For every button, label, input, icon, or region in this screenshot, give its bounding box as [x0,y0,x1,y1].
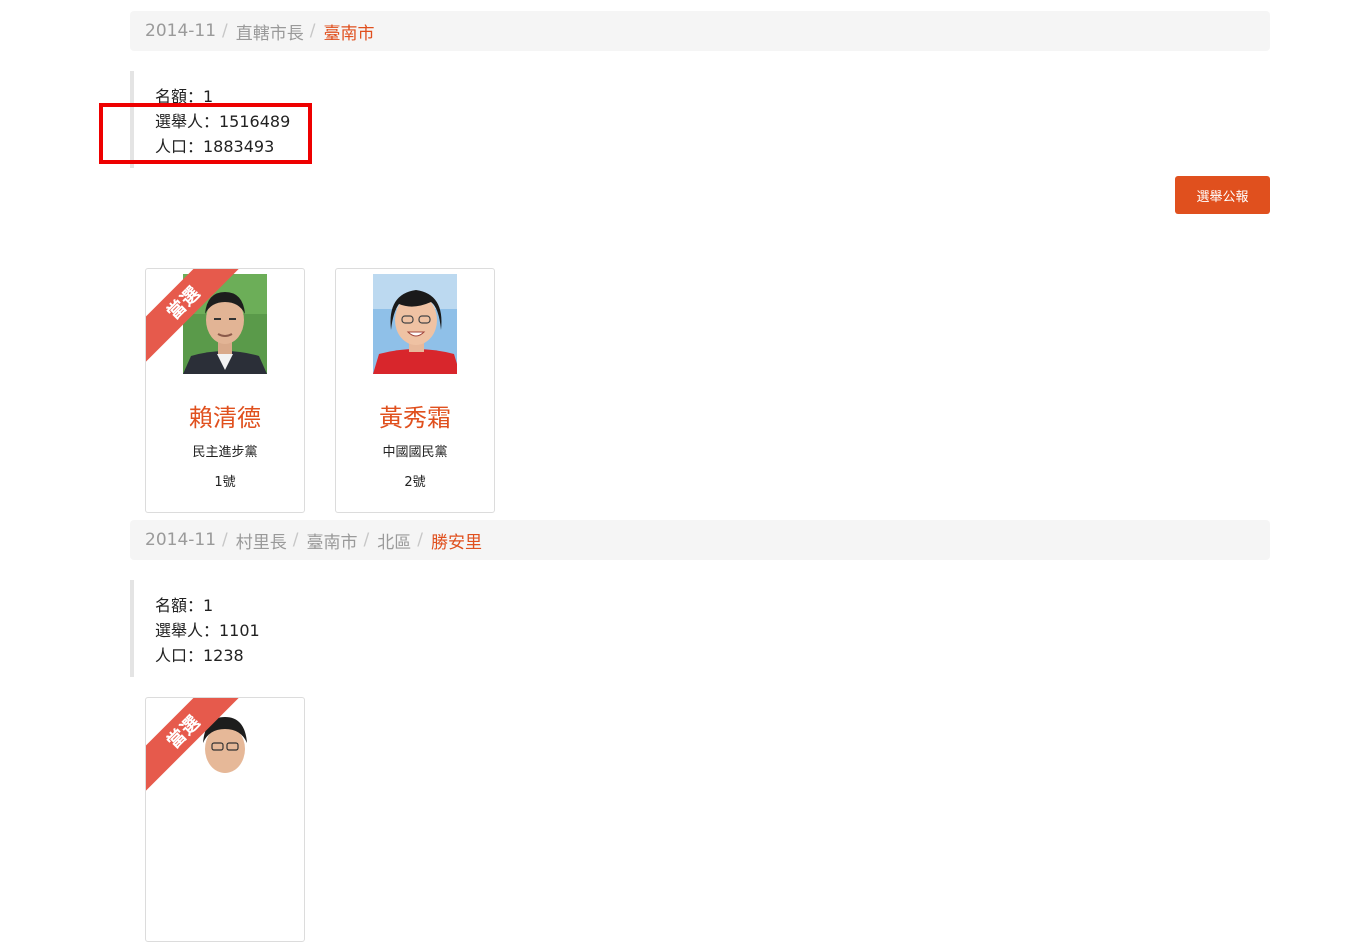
candidate-list: 當選 [145,697,1270,942]
candidate-number: 2號 [404,475,426,490]
breadcrumb-separator: / [417,530,423,550]
candidate-portrait-icon [373,274,457,374]
breadcrumb-separator: / [309,21,316,41]
candidate-number: 1號 [214,475,236,490]
candidate-party: 民主進步黨 [192,445,258,460]
breadcrumb-village: 勝安里 [430,532,482,553]
breadcrumb-election-type[interactable]: 直轄市長 [236,19,304,44]
breadcrumb-city[interactable]: 臺南市 [307,528,358,553]
breadcrumb-separator: / [222,21,228,41]
population-count: 人口：1238 [155,646,244,665]
breadcrumb: 2014-11 / 村里長 / 臺南市 / 北區 / 勝安里 [130,520,1270,560]
breadcrumb-separator: / [363,530,370,550]
seats-count: 名額：1 [155,87,214,106]
population-count: 人口：1883493 [155,137,275,156]
breadcrumb-election-type[interactable]: 村里長 [236,528,287,553]
candidate-name[interactable]: 黃秀霜 [336,398,494,433]
candidate-list: 當選 賴清德 民主進步黨 1號 黃秀霜 中國國民黨 2號 [145,268,1270,513]
voters-count: 選舉人：1516489 [155,112,291,131]
breadcrumb-date[interactable]: 2014-11 [145,21,216,41]
candidate-name[interactable]: 賴清德 [146,398,304,433]
breadcrumb-district[interactable]: 北區 [377,528,411,553]
candidate-card[interactable]: 當選 [145,697,305,942]
breadcrumb: 2014-11 / 直轄市長 / 臺南市 [130,11,1270,51]
breadcrumb-separator: / [222,530,228,550]
breadcrumb-city: 臺南市 [323,23,375,44]
candidate-card[interactable]: 當選 賴清德 民主進步黨 1號 [145,268,305,513]
election-info: 名額：1 選舉人：1101 人口：1238 [130,580,1270,677]
voters-count: 選舉人：1101 [155,621,260,640]
candidate-party: 中國國民黨 [382,445,448,460]
breadcrumb-date[interactable]: 2014-11 [145,530,216,550]
election-section-mayor: 2014-11 / 直轄市長 / 臺南市 名額：1 選舉人：1516489 人口… [130,11,1270,513]
candidate-photo [373,274,457,374]
election-info: 名額：1 選舉人：1516489 人口：1883493 [130,71,1270,168]
breadcrumb-separator: / [292,530,299,550]
election-bulletin-button[interactable]: 選舉公報 [1175,176,1270,214]
seats-count: 名額：1 [155,596,214,615]
election-section-village-chief: 2014-11 / 村里長 / 臺南市 / 北區 / 勝安里 名額：1 選舉人：… [130,520,1270,942]
candidate-card[interactable]: 黃秀霜 中國國民黨 2號 [335,268,495,513]
